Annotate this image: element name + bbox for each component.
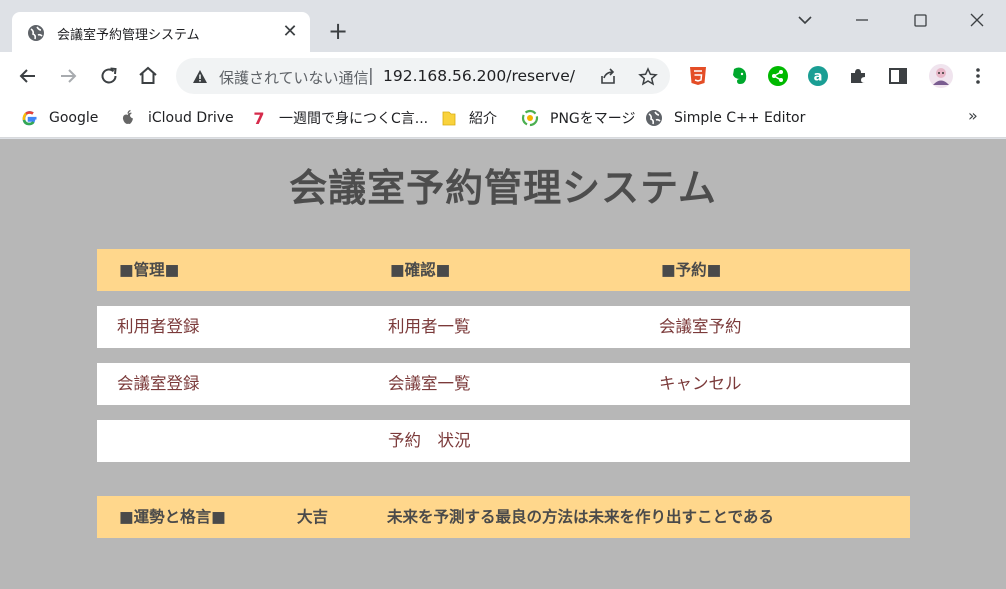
bookmark-c-language[interactable]: 7 一週間で身につくC言... bbox=[250, 107, 428, 129]
apple-icon bbox=[122, 109, 133, 124]
tab-close-icon[interactable]: ✕ bbox=[280, 22, 300, 42]
forward-arrow-icon[interactable] bbox=[56, 64, 80, 88]
user-list-link[interactable]: 利用者一覧 bbox=[388, 306, 471, 348]
bookmark-label: iCloud Drive bbox=[148, 110, 234, 126]
bookmarks-overflow-button[interactable]: » bbox=[968, 106, 978, 125]
home-icon[interactable] bbox=[136, 64, 160, 88]
bookmark-label: 紹介 bbox=[469, 111, 497, 127]
side-panel-icon[interactable] bbox=[887, 65, 909, 87]
svg-text:7: 7 bbox=[253, 109, 264, 127]
new-tab-button[interactable]: + bbox=[326, 19, 350, 44]
profile-avatar-icon[interactable] bbox=[928, 63, 954, 89]
globe-icon bbox=[28, 25, 44, 41]
chevron-down-icon[interactable] bbox=[793, 8, 817, 32]
bookmark-shoukai[interactable]: 紹介 bbox=[440, 107, 497, 129]
fortune-label: ■運勢と格言■ bbox=[119, 508, 226, 526]
html5-extension-icon[interactable] bbox=[687, 65, 709, 87]
a-extension-icon[interactable]: a bbox=[807, 65, 829, 87]
google-icon bbox=[22, 111, 37, 126]
png-merge-icon bbox=[521, 109, 539, 127]
menu-row: 予約 状況 bbox=[97, 420, 910, 462]
star-icon[interactable] bbox=[638, 67, 658, 87]
page-content: 会議室予約管理システム ■管理■ ■確認■ ■予約■ 利用者登録 利用者一覧 会… bbox=[0, 139, 1006, 589]
warning-icon[interactable] bbox=[192, 69, 208, 85]
bookmark-label: 一週間で身につくC言... bbox=[279, 111, 429, 127]
bookmark-google[interactable]: Google bbox=[20, 107, 98, 129]
folder-icon bbox=[442, 111, 456, 126]
header-admin: ■管理■ bbox=[119, 261, 180, 279]
header-confirm: ■確認■ bbox=[390, 261, 451, 279]
evernote-icon[interactable] bbox=[728, 65, 750, 87]
globe-icon bbox=[646, 110, 662, 126]
menu-header-row: ■管理■ ■確認■ ■予約■ bbox=[97, 249, 910, 291]
browser-tab[interactable]: 会議室予約管理システム ✕ bbox=[12, 12, 310, 53]
reservation-status-link[interactable]: 予約 状況 bbox=[388, 420, 471, 462]
room-register-link[interactable]: 会議室登録 bbox=[117, 363, 200, 405]
share-icon[interactable] bbox=[598, 67, 618, 87]
security-label[interactable]: 保護されていない通信 bbox=[219, 67, 387, 88]
menu-row: 会議室登録 会議室一覧 キャンセル bbox=[97, 363, 910, 405]
bookmark-png-merge[interactable]: PNGをマージ bbox=[521, 107, 635, 129]
bookmark-label: PNGをマージ bbox=[550, 111, 636, 127]
menu-dots-icon[interactable] bbox=[967, 65, 989, 87]
svg-text:a: a bbox=[814, 70, 823, 85]
user-register-link[interactable]: 利用者登録 bbox=[117, 306, 200, 348]
back-arrow-icon[interactable] bbox=[16, 64, 40, 88]
bookmark-label: Simple C++ Editor bbox=[674, 110, 806, 126]
puzzle-icon[interactable] bbox=[847, 65, 869, 87]
tab-title: 会議室予約管理システム bbox=[57, 28, 200, 43]
bookmarks-bar: Google iCloud Drive 7 一週間で身につくC言... 紹介 P… bbox=[0, 100, 1006, 138]
menu-row: 利用者登録 利用者一覧 会議室予約 bbox=[97, 306, 910, 348]
maximize-icon[interactable] bbox=[908, 8, 932, 32]
fortune-row: ■運勢と格言■ 大吉 未来を予測する最良の方法は未来を作り出すことである bbox=[97, 496, 910, 538]
minimize-icon[interactable] bbox=[850, 8, 874, 32]
cancel-link[interactable]: キャンセル bbox=[659, 363, 742, 405]
close-icon[interactable] bbox=[965, 8, 989, 32]
fortune-result: 大吉 bbox=[297, 508, 329, 526]
bookmark-icloud-drive[interactable]: iCloud Drive bbox=[119, 107, 234, 129]
page-title: 会議室予約管理システム bbox=[289, 166, 717, 210]
header-reserve: ■予約■ bbox=[661, 261, 722, 279]
url-text[interactable]: 192.168.56.200/reserve/ bbox=[383, 67, 575, 85]
browser-toolbar: 保護されていない通信 | 192.168.56.200/reserve/ a bbox=[0, 52, 1006, 100]
fortune-quote: 未来を予測する最良の方法は未来を作り出すことである bbox=[387, 508, 774, 526]
share-extension-icon[interactable] bbox=[767, 65, 789, 87]
bookmark-label: Google bbox=[49, 110, 99, 126]
bookmark-simple-cpp-editor[interactable]: Simple C++ Editor bbox=[645, 107, 805, 129]
seven-icon: 7 bbox=[253, 109, 264, 127]
address-bar[interactable]: 保護されていない通信 | 192.168.56.200/reserve/ bbox=[176, 58, 670, 94]
room-reserve-link[interactable]: 会議室予約 bbox=[659, 306, 742, 348]
reload-icon[interactable] bbox=[97, 64, 121, 88]
tab-strip: 会議室予約管理システム ✕ + bbox=[0, 0, 1006, 53]
room-list-link[interactable]: 会議室一覧 bbox=[388, 363, 471, 405]
omnibox-separator: | bbox=[368, 66, 374, 86]
